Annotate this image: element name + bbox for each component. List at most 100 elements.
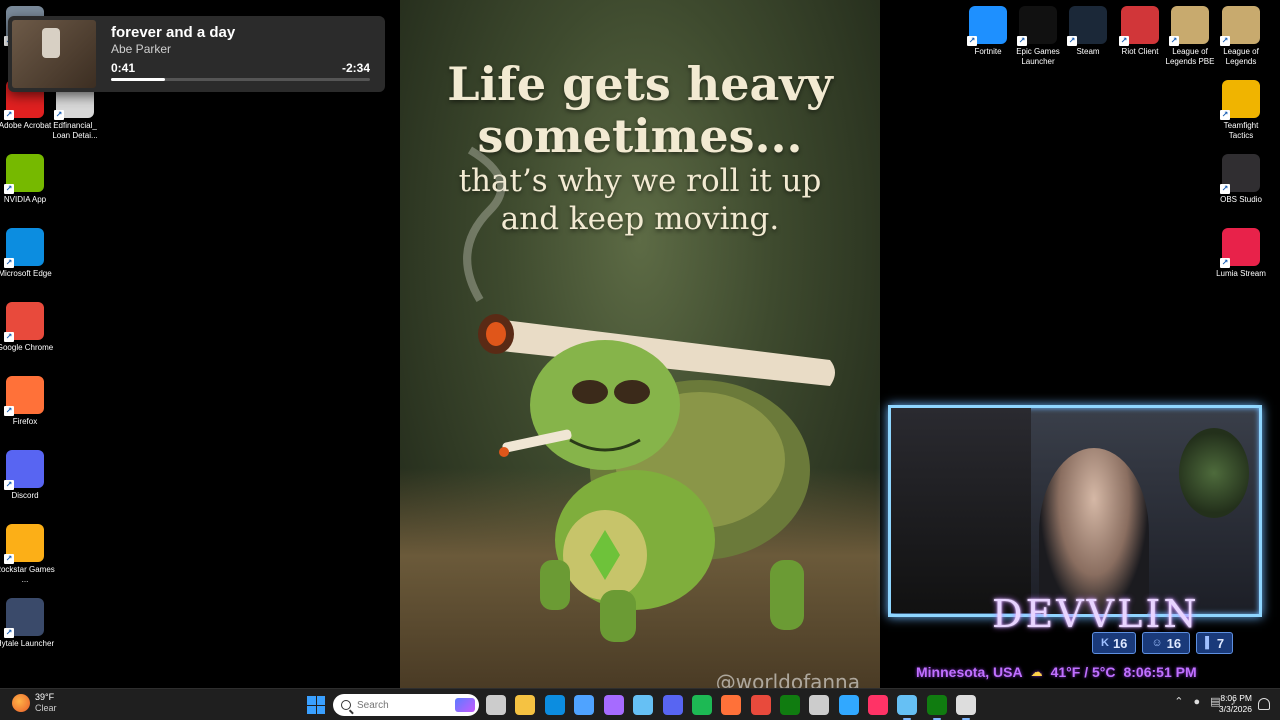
taskbar-app-snipping[interactable] (809, 695, 829, 715)
taskbar-weather[interactable]: 39°F Clear (12, 692, 57, 714)
taskbar-app-store[interactable] (574, 695, 594, 715)
taskbar-search[interactable] (333, 694, 479, 716)
desktop-icon-teamfight-tactics[interactable]: ↗ Teamfight Tactics (1211, 80, 1271, 141)
viewers-stat: ▌ 7 (1196, 632, 1234, 654)
taskbar-app-photoshop[interactable] (839, 695, 859, 715)
nvidia-icon: ↗ (4, 154, 44, 194)
temperature-text: 41°F / 5°C (1050, 664, 1116, 680)
taskbar-clock[interactable]: 8:06 PM 3/3/2026 (1219, 693, 1252, 715)
taskbar-app-chrome[interactable] (751, 695, 771, 715)
windows-logo-tile (307, 705, 316, 714)
time-text: 8:06:51 PM (1123, 664, 1197, 680)
shortcut-arrow-icon: ↗ (4, 554, 14, 564)
taskbar-app-steam-2[interactable] (897, 695, 917, 720)
chevron-up-icon[interactable]: ⌃ (1174, 695, 1183, 708)
taskbar-app-spotify[interactable] (692, 695, 712, 715)
taskbar-app-obs[interactable] (956, 695, 976, 720)
follower-icon: ☺ (1151, 637, 1163, 649)
followers-stat: ☺ 16 (1142, 632, 1191, 654)
desktop-icon-label: Microsoft Edge (0, 269, 52, 278)
shortcut-arrow-icon: ↗ (1119, 36, 1129, 46)
chrome-icon: ↗ (4, 302, 44, 342)
taskbar-app-discord[interactable] (663, 695, 683, 715)
wallpaper-image: Life gets heavy sometimes... that’s why … (400, 0, 880, 688)
taskbar-app-firefox[interactable] (721, 695, 741, 715)
desktop-icon-steam[interactable]: ↗ Steam (1058, 6, 1118, 57)
desktop: Life gets heavy sometimes... that’s why … (0, 0, 1280, 688)
taskbar-app-steam[interactable] (633, 695, 653, 715)
stream-weather-bar: Minnesota, USA ☁ 41°F / 5°C 8:06:51 PM (916, 664, 1197, 680)
tft-icon: ↗ (1220, 80, 1260, 120)
follower-count: 16 (1166, 635, 1182, 651)
desktop-icon-google-chrome[interactable]: ↗ Google Chrome (0, 302, 55, 353)
shortcut-arrow-icon: ↗ (1220, 36, 1230, 46)
desktop-icon-label: NVIDIA App (3, 195, 47, 204)
desktop-icon-label: OBS Studio (1220, 195, 1262, 204)
desktop-icon-hytale[interactable]: ↗ Hytale Launcher (0, 598, 55, 649)
start-button[interactable] (307, 696, 325, 714)
background-shelf (891, 408, 1031, 613)
search-icon (341, 700, 351, 710)
taskbar-app-task-view[interactable] (486, 695, 506, 715)
windows-logo-tile (307, 696, 316, 705)
desktop-icon-rockstar[interactable]: ↗ Rockstar Games ... (0, 524, 55, 585)
shortcut-arrow-icon: ↗ (1017, 36, 1027, 46)
shortcut-arrow-icon: ↗ (4, 332, 14, 342)
desktop-icon-label: Hytale Launcher (0, 639, 55, 648)
league-icon: ↗ (1220, 6, 1260, 46)
kick-stat: K 16 (1092, 632, 1137, 654)
remaining-time: -2:34 (341, 61, 370, 75)
stream-stats: K 16 ☺ 16 ▌ 7 (1092, 632, 1234, 654)
taskbar-app-copilot[interactable] (604, 695, 624, 715)
taskbar-app-indesign[interactable] (868, 695, 888, 715)
taskbar-app-xbox[interactable] (780, 695, 800, 715)
shortcut-arrow-icon: ↗ (1220, 258, 1230, 268)
background-plant (1179, 428, 1249, 518)
wallpaper-watermark: @worldofanna (715, 670, 860, 688)
taskbar-app-xbox-2[interactable] (927, 695, 947, 720)
desktop-icon-nvidia-app[interactable]: ↗ NVIDIA App (0, 154, 55, 205)
desktop-icon-label: Rockstar Games ... (0, 565, 55, 584)
shortcut-arrow-icon: ↗ (1220, 110, 1230, 120)
weather-temp: 39°F (35, 692, 55, 702)
edge-icon: ↗ (4, 228, 44, 268)
shortcut-arrow-icon: ↗ (967, 36, 977, 46)
windows-logo-tile (316, 705, 325, 714)
kick-icon: K (1101, 637, 1109, 649)
shortcut-arrow-icon: ↗ (4, 406, 14, 416)
elapsed-time: 0:41 (111, 61, 136, 75)
clock-time: 8:06 PM (1220, 693, 1252, 703)
search-highlight-icon (455, 698, 475, 712)
desktop-icon-label: Teamfight Tactics (1223, 121, 1259, 140)
viewer-count: 7 (1216, 635, 1225, 651)
desktop-icon-lol[interactable]: ↗ League of Legends (1211, 6, 1271, 67)
desktop-icon-lumia-stream[interactable]: ↗ Lumia Stream (1211, 228, 1271, 279)
desktop-icon-discord[interactable]: ↗ Discord (0, 450, 55, 501)
rockstar-icon: ↗ (4, 524, 44, 564)
desktop-icon-microsoft-edge[interactable]: ↗ Microsoft Edge (0, 228, 55, 279)
search-input[interactable] (357, 699, 437, 711)
shortcut-arrow-icon: ↗ (1169, 36, 1179, 46)
shortcut-arrow-icon: ↗ (4, 628, 14, 638)
notification-bell-icon[interactable] (1258, 698, 1270, 710)
desktop-icon-label: Edfinancial_ Loan Detai... (52, 121, 98, 140)
webcam-frame (888, 405, 1262, 617)
desktop-icon-firefox[interactable]: ↗ Firefox (0, 376, 55, 427)
turtle-illustration (463, 146, 835, 642)
taskbar: 39°F Clear ⌃ ● ▤ ♪ 8:06 PM 3/3/2026 (0, 688, 1280, 720)
obs-icon: ↗ (1220, 154, 1260, 194)
microphone-icon[interactable]: ● (1193, 696, 1200, 708)
weather-desc: Clear (35, 703, 57, 713)
discord-icon: ↗ (4, 450, 44, 490)
epic-icon: ↗ (1017, 6, 1057, 46)
clock-date: 3/3/2026 (1218, 704, 1252, 714)
desktop-icon-obs-studio[interactable]: ↗ OBS Studio (1211, 154, 1271, 205)
taskbar-app-edge[interactable] (545, 695, 565, 715)
kick-count: 16 (1112, 635, 1128, 651)
taskbar-app-file-explorer[interactable] (515, 695, 535, 715)
progress-bar[interactable] (111, 78, 370, 81)
hytale-icon: ↗ (4, 598, 44, 638)
media-player-flyout[interactable]: forever and a day Abe Parker 0:41 -2:34 (8, 16, 385, 92)
desktop-icon-label: Google Chrome (0, 343, 54, 352)
shortcut-arrow-icon: ↗ (4, 110, 14, 120)
